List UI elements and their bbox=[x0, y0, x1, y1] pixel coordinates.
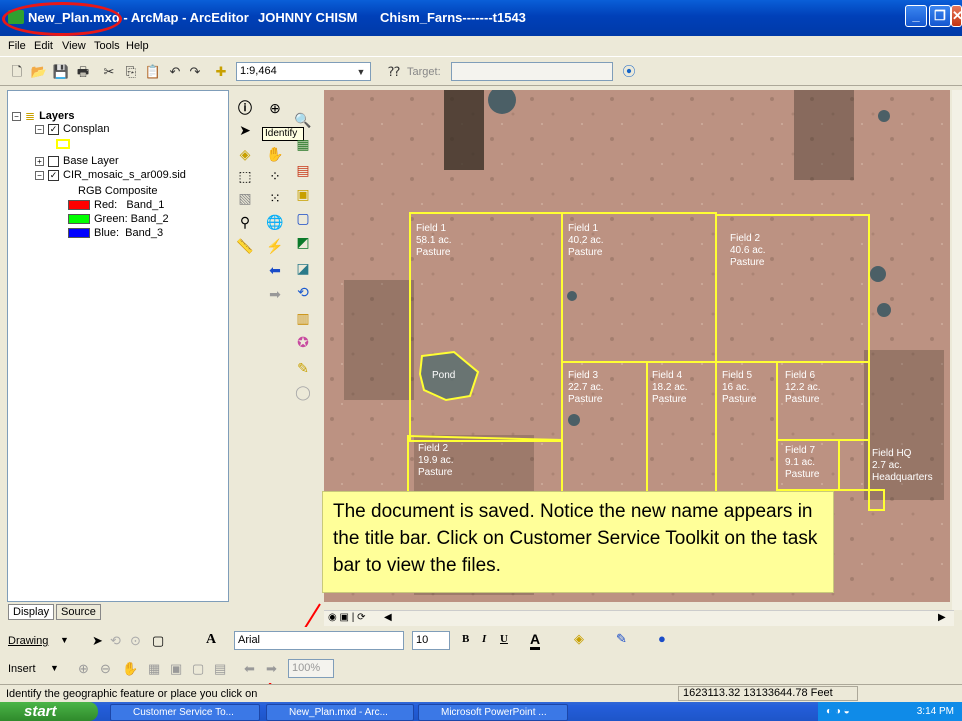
marker-color-icon[interactable]: ● bbox=[658, 631, 666, 646]
fill-color-icon[interactable]: ◈ bbox=[574, 631, 584, 647]
chevron-down-icon[interactable]: ▼ bbox=[60, 635, 69, 645]
status-bar: Identify the geographic feature or place… bbox=[0, 684, 962, 702]
status-message: Identify the geographic feature or place… bbox=[6, 688, 258, 700]
rectangle-icon[interactable]: ▢ bbox=[152, 633, 164, 649]
underline-button[interactable]: U bbox=[500, 633, 508, 645]
font-color-button[interactable]: A bbox=[530, 631, 541, 650]
italic-button[interactable]: I bbox=[482, 633, 486, 645]
zoom-in-page-icon[interactable]: ⊕ bbox=[78, 661, 89, 677]
chevron-down-icon[interactable]: ▼ bbox=[50, 663, 59, 673]
font-size-combo[interactable]: 10 bbox=[412, 631, 450, 650]
page-icon[interactable]: ▤ bbox=[214, 661, 226, 677]
zoom-100-icon[interactable]: ▢ bbox=[192, 661, 204, 677]
fixed-zoom-page-icon[interactable]: ▦ bbox=[148, 661, 160, 677]
coordinate-readout: 1623113.32 13133644.78 Feet bbox=[678, 686, 858, 701]
zoom-out-page-icon[interactable]: ⊖ bbox=[100, 661, 111, 677]
back-extent-icon[interactable]: ⬅ bbox=[244, 661, 255, 677]
forward-extent-icon[interactable]: ➡ bbox=[266, 661, 277, 677]
bold-button[interactable]: B bbox=[462, 633, 469, 645]
start-button[interactable]: start bbox=[0, 702, 98, 721]
line-color-icon[interactable]: ✎ bbox=[616, 631, 627, 647]
clock: 3:14 PM bbox=[916, 706, 954, 717]
system-tray: ◐ ◑ ◒ 3:14 PM bbox=[818, 702, 962, 721]
taskbar-arcmap[interactable]: New_Plan.mxd - Arc... bbox=[266, 704, 414, 721]
taskbar-customer-service-toolkit[interactable]: Customer Service To... bbox=[110, 704, 260, 721]
text-tool-icon[interactable]: A bbox=[206, 632, 216, 648]
drawing-toolbar: Drawing ▼ ➤ ⟲ ⊙ ▢ A Arial 10 B I U A ◈ ✎… bbox=[0, 627, 962, 655]
zoom-percent-combo[interactable]: 100% bbox=[288, 659, 334, 678]
whole-page-icon[interactable]: ▣ bbox=[170, 661, 182, 677]
layout-toolbar: Insert ▼ ⊕ ⊖ ✋ ▦ ▣ ▢ ▤ ⬅ ➡ 100% bbox=[0, 655, 962, 683]
insert-menu[interactable]: Insert bbox=[8, 663, 36, 675]
callout-arrow bbox=[253, 603, 321, 712]
taskbar-powerpoint[interactable]: Microsoft PowerPoint ... bbox=[418, 704, 568, 721]
rotate-icon[interactable]: ⟲ bbox=[110, 633, 121, 649]
start-label: start bbox=[24, 703, 57, 720]
select-elements-icon[interactable]: ➤ bbox=[92, 633, 103, 649]
tray-icons[interactable]: ◐ ◑ ◒ bbox=[826, 702, 850, 721]
pan-page-icon[interactable]: ✋ bbox=[122, 661, 138, 677]
zoom-whole-page-icon[interactable]: ⊙ bbox=[130, 633, 141, 649]
drawing-menu[interactable]: Drawing bbox=[8, 635, 48, 647]
font-combo[interactable]: Arial bbox=[234, 631, 404, 650]
